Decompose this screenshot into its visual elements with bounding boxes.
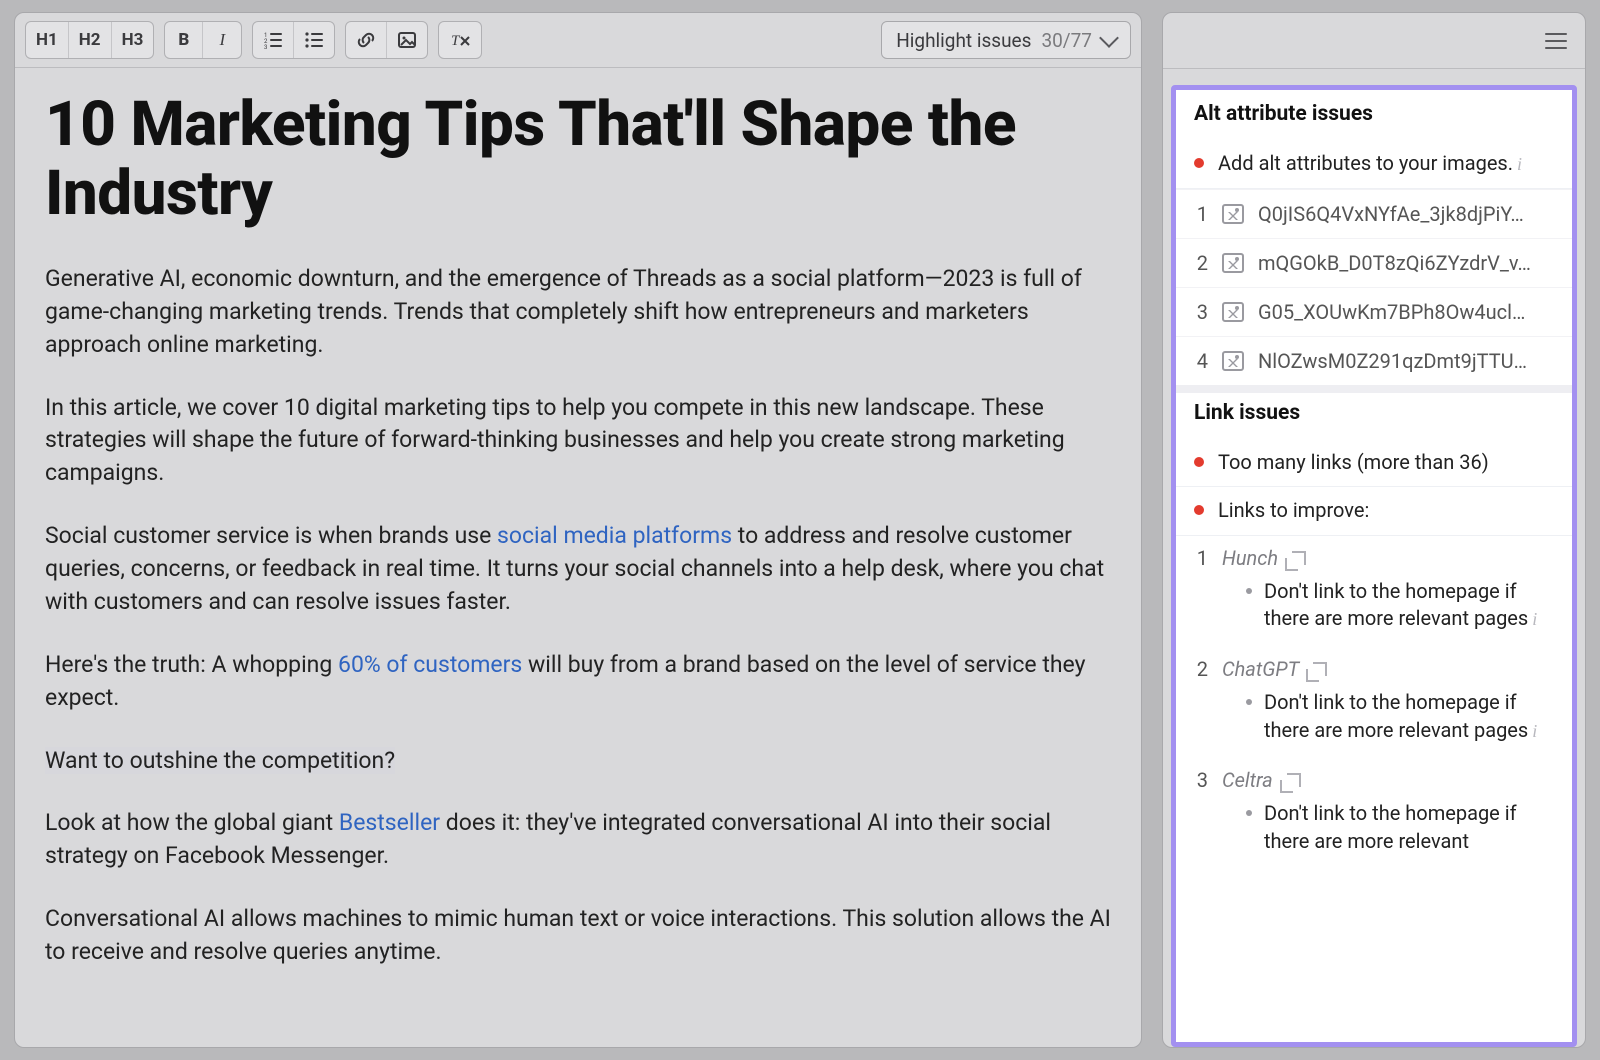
chevron-down-icon <box>1099 28 1119 48</box>
article-paragraph[interactable]: Generative AI, economic downturn, and th… <box>45 263 1111 362</box>
section-title: Link issues <box>1176 393 1572 439</box>
link-icon <box>356 31 376 49</box>
issues-sidebar: Alt attribute issues Add alt attributes … <box>1162 12 1586 1048</box>
highlight-issues-dropdown[interactable]: Highlight issues 30/77 <box>881 21 1131 59</box>
svg-text:3: 3 <box>264 44 267 49</box>
document-body[interactable]: 10 Marketing Tips That'll Shape the Indu… <box>15 68 1141 1047</box>
article-paragraph[interactable]: Here's the truth: A whopping 60% of cust… <box>45 649 1111 715</box>
menu-icon[interactable] <box>1545 33 1567 49</box>
filename: mQGOkB_D0T8zQi6ZYzdrV_v… <box>1258 251 1554 275</box>
italic-button[interactable]: I <box>203 22 241 58</box>
image-icon <box>1222 253 1244 273</box>
insert-group <box>345 21 428 59</box>
info-icon[interactable]: i <box>1532 607 1537 632</box>
link-button[interactable] <box>346 22 387 58</box>
issue-text: Add alt attributes to your images.i <box>1218 150 1554 178</box>
inline-link[interactable]: social media platforms <box>497 522 732 549</box>
link-improve-item[interactable]: 1 Hunch Don't link to the homepage if th… <box>1176 536 1572 647</box>
editor-panel: H1 H2 H3 B I 123 <box>14 12 1142 1048</box>
article-title[interactable]: 10 Marketing Tips That'll Shape the Indu… <box>45 90 1111 229</box>
image-issue-item[interactable]: 4 NlOZwsM0Z291qzDmt9jTTU… <box>1176 336 1572 385</box>
image-issue-item[interactable]: 2 mQGOkB_D0T8zQi6ZYzdrV_v… <box>1176 238 1572 287</box>
article-paragraph[interactable]: Look at how the global giant Bestseller … <box>45 807 1111 873</box>
ordered-list-button[interactable]: 123 <box>253 22 294 58</box>
link-issues-section: Link issues Too many links (more than 36… <box>1176 393 1572 870</box>
inline-link[interactable]: Bestseller <box>339 809 440 836</box>
list-group: 123 <box>252 21 335 59</box>
link-advice: Don't link to the homepage if there are … <box>1194 681 1554 752</box>
clear-group: T <box>438 21 482 59</box>
highlight-issues-label: Highlight issues <box>896 29 1031 52</box>
image-issue-item[interactable]: 1 Q0jIS6Q4VxNYfAe_3jk8djPiY… <box>1176 189 1572 238</box>
article-paragraph[interactable]: In this article, we cover 10 digital mar… <box>45 392 1111 491</box>
filename: G05_XOUwKm7BPh8Ow4ucl… <box>1258 300 1554 324</box>
filename: NlOZwsM0Z291qzDmt9jTTU… <box>1258 349 1554 373</box>
image-icon <box>1222 302 1244 322</box>
h2-button[interactable]: H2 <box>69 22 112 58</box>
section-title: Alt attribute issues <box>1176 94 1572 140</box>
ordered-list-icon: 123 <box>263 31 283 49</box>
alt-issues-section: Alt attribute issues Add alt attributes … <box>1176 94 1572 393</box>
error-dot-icon <box>1194 457 1204 467</box>
issue-row[interactable]: Add alt attributes to your images.i <box>1176 140 1572 189</box>
unordered-list-button[interactable] <box>294 22 334 58</box>
image-issue-item[interactable]: 3 G05_XOUwKm7BPh8Ow4ucl… <box>1176 287 1572 336</box>
heading-group: H1 H2 H3 <box>25 21 154 59</box>
highlight-issues-count: 30/77 <box>1041 29 1092 52</box>
info-icon[interactable]: i <box>1532 719 1537 744</box>
app-root: H1 H2 H3 B I 123 <box>0 0 1600 1060</box>
issue-row[interactable]: Too many links (more than 36) <box>1176 439 1572 488</box>
unordered-list-icon <box>304 31 324 49</box>
h1-button[interactable]: H1 <box>26 22 69 58</box>
issue-text: Links to improve: <box>1218 497 1554 525</box>
image-icon <box>1222 204 1244 224</box>
bullet-icon <box>1246 588 1252 594</box>
bullet-icon <box>1246 699 1252 705</box>
article-paragraph[interactable]: Conversational AI allows machines to mim… <box>45 903 1111 969</box>
issues-content: Alt attribute issues Add alt attributes … <box>1171 85 1577 1047</box>
error-dot-icon <box>1194 505 1204 515</box>
link-name: Hunch <box>1222 546 1278 570</box>
issue-text: Too many links (more than 36) <box>1218 449 1554 477</box>
issue-row[interactable]: Links to improve: <box>1176 487 1572 536</box>
bold-button[interactable]: B <box>165 22 203 58</box>
external-link-icon[interactable] <box>1287 773 1301 787</box>
link-advice: Don't link to the homepage if there are … <box>1194 570 1554 641</box>
link-advice: Don't link to the homepage if there are … <box>1194 792 1554 863</box>
link-improve-item[interactable]: 3 Celtra Don't link to the homepage if t… <box>1176 758 1572 869</box>
article-paragraph[interactable]: Want to outshine the competition? <box>45 745 1111 778</box>
bullet-icon <box>1246 810 1252 816</box>
clear-format-icon: T <box>449 31 471 49</box>
image-icon <box>1222 351 1244 371</box>
svg-text:T: T <box>451 33 461 49</box>
link-name: ChatGPT <box>1222 657 1299 681</box>
format-group: B I <box>164 21 242 59</box>
h3-button[interactable]: H3 <box>112 22 154 58</box>
link-improve-item[interactable]: 2 ChatGPT Don't link to the homepage if … <box>1176 647 1572 758</box>
article-paragraph[interactable]: Social customer service is when brands u… <box>45 520 1111 619</box>
info-icon[interactable]: i <box>1517 152 1522 177</box>
editor-toolbar: H1 H2 H3 B I 123 <box>15 13 1141 68</box>
external-link-icon[interactable] <box>1313 662 1327 676</box>
link-name: Celtra <box>1222 768 1273 792</box>
clear-format-button[interactable]: T <box>439 22 481 58</box>
inline-link[interactable]: 60% of customers <box>338 651 522 678</box>
sidebar-header <box>1163 13 1585 69</box>
error-dot-icon <box>1194 158 1204 168</box>
filename: Q0jIS6Q4VxNYfAe_3jk8djPiY… <box>1258 202 1554 226</box>
image-button[interactable] <box>387 22 427 58</box>
image-icon <box>397 31 417 49</box>
external-link-icon[interactable] <box>1292 551 1306 565</box>
highlighted-text: Want to outshine the competition? <box>45 747 395 774</box>
